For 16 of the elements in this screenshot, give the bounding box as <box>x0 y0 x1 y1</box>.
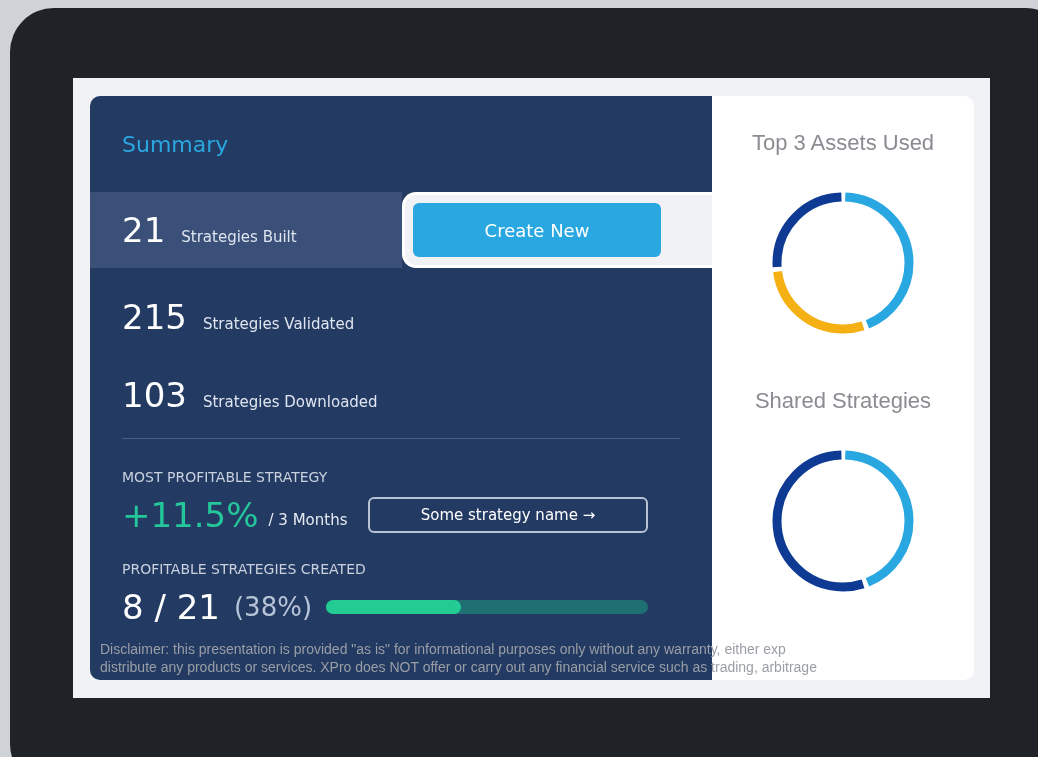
summary-title: Summary <box>122 131 229 157</box>
period-label: / 3 Months <box>268 511 348 529</box>
strategy-link-button[interactable]: Some strategy name → <box>368 497 648 533</box>
stat-label: Strategies Downloaded <box>202 393 378 411</box>
chart-title: Shared Strategies <box>754 388 932 414</box>
profitable-count: 8 / 21 <box>122 587 220 627</box>
section-heading: MOST PROFITABLE STRATEGY <box>122 469 329 485</box>
stat-value: 215 <box>122 297 187 337</box>
section-heading: PROFITABLE STRATEGIES CREATED <box>122 561 367 577</box>
stat-label: Strategies Built <box>181 228 297 246</box>
chart-title: Top 3 Assets Used <box>751 130 935 156</box>
stat-label: Strategies Validated <box>202 315 355 333</box>
profitable-percent: (38%) <box>233 592 313 622</box>
stat-value: 21 <box>122 210 166 250</box>
stat-value: 103 <box>122 375 187 415</box>
gain-percent: +11.5% <box>122 495 259 535</box>
